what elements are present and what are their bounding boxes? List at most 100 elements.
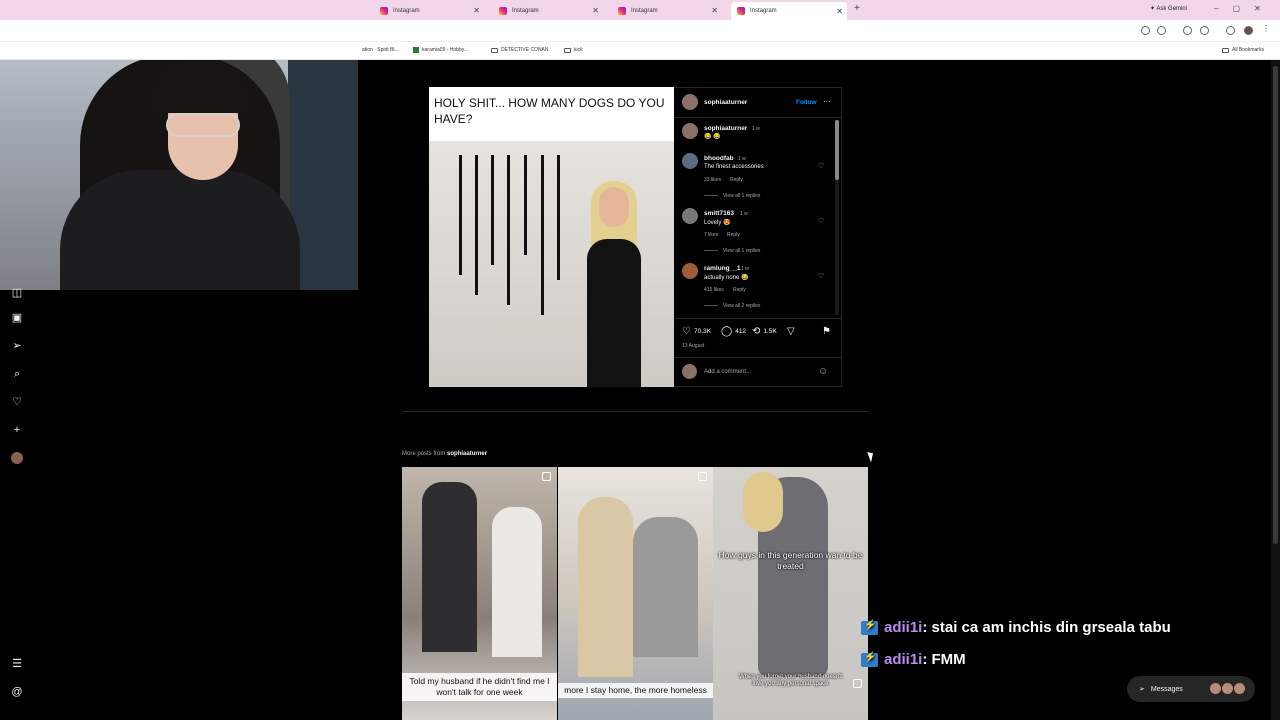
comment-heart-icon[interactable]: ♡ [818, 162, 824, 170]
commenter-avatar[interactable] [682, 208, 698, 224]
thumb-overlay-text: more I stay home, the more homeless [558, 683, 713, 698]
reply-button[interactable]: Reply [730, 177, 743, 183]
close-tab-icon[interactable]: ✕ [711, 6, 718, 15]
reply-button[interactable]: Reply [727, 232, 740, 238]
commenter-avatar[interactable] [682, 263, 698, 279]
author-username[interactable]: sophiaaturner [704, 99, 747, 106]
more-post-thumbnail[interactable]: Told my husband if he didn't find me I w… [402, 467, 557, 720]
close-tab-icon[interactable]: ✕ [836, 7, 843, 16]
follow-button[interactable]: Follow [796, 99, 817, 106]
page-scrollbar[interactable] [1271, 60, 1280, 720]
bookmark-folder[interactable]: DETECTIVE CONAN [491, 47, 549, 53]
ask-gemini-button[interactable]: ✦ Ask Gemini [1150, 5, 1187, 12]
notifications-heart-icon[interactable]: ♡ [11, 396, 23, 408]
kebab-menu-icon[interactable]: ⋮ [1262, 24, 1271, 33]
comments-scrollbar[interactable] [835, 120, 839, 315]
person-body [587, 239, 641, 387]
reply-button[interactable]: Reply [733, 287, 746, 293]
folder-icon [1222, 47, 1229, 53]
search-icon[interactable]: ⌕ [11, 368, 23, 380]
reel-icon [542, 472, 551, 481]
scrollbar-thumb[interactable] [835, 120, 839, 180]
reels-icon[interactable]: ▣ [11, 312, 23, 324]
menu-hamburger-icon[interactable]: ☰ [11, 658, 23, 670]
close-tab-icon[interactable]: ✕ [592, 6, 599, 15]
comment-username[interactable]: bhoodfab [704, 155, 734, 162]
thumb-figure [578, 497, 633, 677]
view-replies-link[interactable]: View all 1 replies [704, 248, 760, 254]
more-post-thumbnail[interactable]: How guys in this generation wan to be tr… [713, 467, 868, 720]
browser-tab-4-active[interactable]: Instagram ✕ [731, 2, 847, 20]
explore-icon[interactable]: ◫ [11, 287, 23, 299]
comment-likes[interactable]: 7 likes [704, 232, 718, 238]
comment-username[interactable]: ramlung__1 [704, 265, 741, 272]
scrollbar-thumb[interactable] [1273, 66, 1278, 544]
emoji-icon[interactable]: ☺ [818, 366, 828, 377]
tab-label: Instagram [631, 7, 658, 14]
author-avatar[interactable] [682, 94, 698, 110]
comment-likes[interactable]: 415 likes [704, 287, 724, 293]
comment-stat[interactable]: ◯ 412 [721, 326, 746, 337]
more-options-icon[interactable]: ··· [823, 97, 831, 106]
thumb-overlay-text: Told my husband if he didn't find me I w… [402, 673, 557, 701]
comment-likes[interactable]: 33 likes [704, 177, 721, 183]
puzzle-icon[interactable] [1200, 26, 1209, 35]
post-media[interactable]: HOLY SHIT... HOW MANY DOGS DO YOU HAVE? [429, 87, 674, 387]
threads-icon[interactable]: @ [11, 686, 23, 698]
direct-icon[interactable]: ➢ [11, 340, 23, 352]
harness-strap [459, 155, 462, 275]
comment-time: 1 w [741, 266, 749, 272]
comments-count: 412 [735, 328, 747, 335]
profile-avatar[interactable] [11, 452, 23, 464]
post-date: 13 August [682, 343, 705, 349]
browser-tab-1[interactable]: Instagram ✕ [374, 3, 484, 18]
bookmark-item[interactable]: ation · Spirit Bl... [362, 47, 399, 53]
browser-tab-2[interactable]: Instagram ✕ [493, 3, 603, 18]
view-replies-link[interactable]: View all 2 replies [704, 303, 760, 309]
reel-icon [853, 679, 862, 688]
thumb-overlay-text: How guys in this generation wan to be tr… [718, 550, 863, 571]
create-plus-icon[interactable]: + [11, 424, 23, 436]
thumb-figure [422, 482, 477, 652]
thumb-overlay-subtext: When you forget your husband doesn't lov… [739, 674, 842, 687]
install-icon[interactable] [1141, 26, 1150, 35]
avatar [1222, 683, 1233, 694]
tab-label: Instagram [750, 8, 777, 14]
comment-bubble-icon[interactable]: ◯ [721, 326, 732, 337]
comment-heart-icon[interactable]: ♡ [818, 217, 824, 225]
all-bookmarks[interactable]: All Bookmarks [1222, 47, 1264, 53]
bookmark-folder[interactable]: kick [564, 47, 583, 53]
reel-icon [698, 472, 707, 481]
share-icon[interactable]: ▽ [787, 326, 795, 337]
save-bookmark-icon[interactable]: ⚑ [822, 326, 831, 337]
commenter-avatar[interactable] [682, 123, 698, 139]
bookmark-label: karamia09 - Hobby... [422, 47, 469, 53]
repost-stat[interactable]: ⟲ 1.5K [752, 326, 777, 337]
chat-badge-icon [861, 652, 878, 667]
repost-icon[interactable]: ⟲ [752, 326, 760, 337]
instagram-favicon-icon [380, 6, 388, 15]
media-icon[interactable] [1226, 26, 1235, 35]
star-icon[interactable] [1157, 26, 1166, 35]
comment-heart-icon[interactable]: ♡ [818, 272, 824, 280]
window-controls[interactable]: –▢✕ [1214, 4, 1275, 13]
add-comment-input[interactable]: Add a comment... [704, 369, 751, 375]
harness-strap [557, 155, 560, 280]
comment-username[interactable]: smitt7163 [704, 210, 734, 217]
close-tab-icon[interactable]: ✕ [473, 6, 480, 15]
more-post-thumbnail[interactable]: more I stay home, the more homeless [558, 467, 713, 720]
profile-avatar[interactable] [1244, 26, 1253, 35]
new-tab-icon[interactable]: + [854, 3, 860, 14]
comment-username[interactable]: sophiaaturner [704, 125, 747, 132]
bookmark-item[interactable]: karamia09 - Hobby... [413, 47, 468, 53]
chat-nick: adii1i [884, 619, 923, 636]
browser-tab-3[interactable]: Instagram ✕ [612, 3, 722, 18]
view-replies-link[interactable]: View all 1 replies [704, 193, 760, 199]
extension-icon[interactable] [1183, 26, 1192, 35]
instagram-favicon-icon [618, 6, 626, 15]
like-stat[interactable]: ♡ 70.3K [682, 326, 711, 337]
commenter-avatar[interactable] [682, 153, 698, 169]
like-heart-icon[interactable]: ♡ [682, 326, 691, 337]
more-posts-user[interactable]: sophiaaturner [447, 451, 487, 457]
messages-button[interactable]: ➢ Messages [1127, 676, 1255, 702]
